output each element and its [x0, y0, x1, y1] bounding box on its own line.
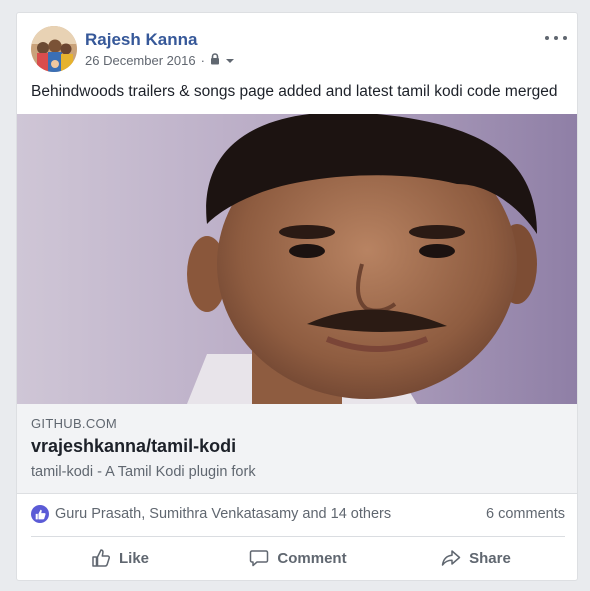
- actions-divider: [31, 536, 565, 537]
- post-text: Behindwoods trailers & songs page added …: [31, 83, 558, 100]
- link-domain: GITHUB.COM: [31, 416, 118, 431]
- post-meta: 26 December 2016 ·: [85, 53, 235, 68]
- post-date[interactable]: 26 December 2016: [85, 53, 196, 68]
- thumbs-up-icon[interactable]: [31, 505, 49, 523]
- like-button[interactable]: Like: [31, 539, 209, 577]
- author-avatar[interactable]: [31, 26, 77, 72]
- post-card: Rajesh Kanna 26 December 2016 · Behindwo…: [16, 12, 578, 581]
- reactions-bar: Guru Prasath, Sumithra Venkatasamy and 1…: [31, 503, 565, 525]
- comments-count[interactable]: 6 comments: [486, 506, 565, 522]
- reaction-names[interactable]: Guru Prasath, Sumithra Venkatasamy and 1…: [55, 506, 391, 522]
- more-options-icon[interactable]: [545, 33, 567, 43]
- link-description: tamil-kodi - A Tamil Kodi plugin fork: [31, 464, 256, 480]
- share-label: Share: [469, 549, 511, 567]
- link-title[interactable]: vrajeshkanna/tamil-kodi: [31, 436, 236, 457]
- share-button[interactable]: Share: [387, 539, 565, 577]
- action-bar: Like Comment Share: [31, 539, 565, 577]
- link-preview-image[interactable]: [17, 114, 577, 404]
- lock-icon: [210, 53, 220, 68]
- link-preview-meta[interactable]: GITHUB.COM vrajeshkanna/tamil-kodi tamil…: [17, 404, 577, 494]
- comment-button[interactable]: Comment: [209, 539, 387, 577]
- thumbs-up-outline-icon: [91, 548, 111, 568]
- meta-separator: ·: [200, 53, 205, 68]
- comment-label: Comment: [277, 549, 347, 567]
- author-name[interactable]: Rajesh Kanna: [85, 30, 197, 50]
- caret-down-icon[interactable]: [225, 53, 235, 68]
- share-arrow-icon: [441, 548, 461, 568]
- like-label: Like: [118, 549, 149, 567]
- speech-bubble-icon: [249, 548, 269, 568]
